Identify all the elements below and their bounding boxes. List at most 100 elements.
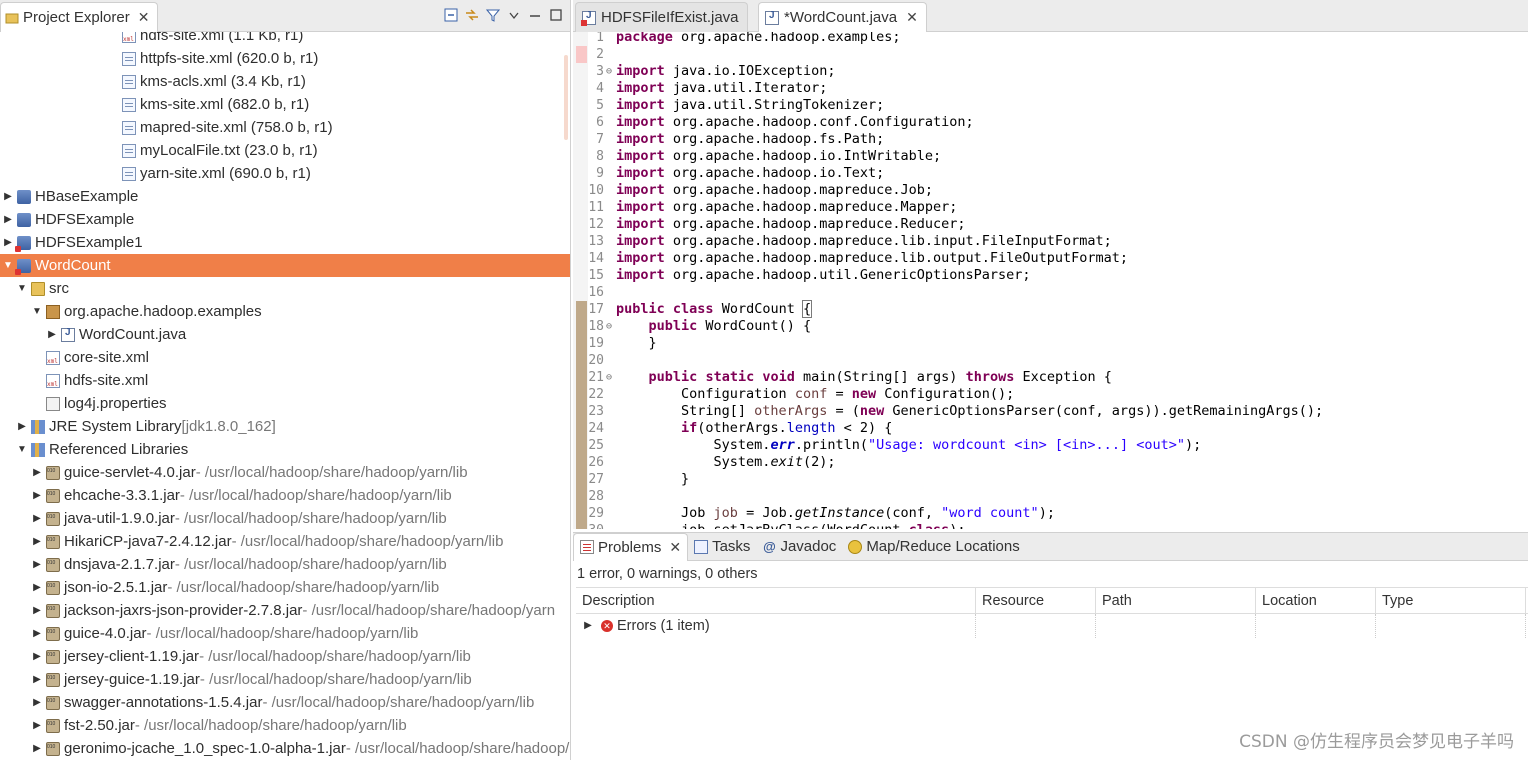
collapsed-arrow-icon[interactable]: ▶ [31, 605, 43, 617]
column-header[interactable]: Type [1376, 588, 1526, 615]
tree-item[interactable]: ▶ dnsjava-2.1.7.jar - /usr/local/hadoop/s… [0, 553, 570, 576]
tree-item[interactable]: log4j.properties [0, 392, 570, 415]
tree-item[interactable]: hdfs-site.xml [0, 369, 570, 392]
collapse-all-icon[interactable] [443, 7, 459, 23]
tree-item[interactable]: ▼ src [0, 277, 570, 300]
collapsed-arrow-icon[interactable]: ▶ [31, 490, 43, 502]
tree-item[interactable]: ▼ WordCount [0, 254, 570, 277]
collapsed-arrow-icon[interactable]: ▶ [31, 743, 43, 755]
tree-item[interactable]: myLocalFile.txt (23.0 b, r1) [0, 139, 570, 162]
tree-item[interactable]: ▶ java-util-1.9.0.jar - /usr/local/hadoop… [0, 507, 570, 530]
column-header[interactable]: Resource [976, 588, 1096, 615]
collapsed-arrow-icon[interactable]: ▶ [31, 582, 43, 594]
code-area[interactable]: 1 package org.apache.hadoop.examples; 2 3 ⊖ i… [573, 32, 1528, 529]
tree-item[interactable]: ▶ jackson-jaxrs-json-provider-2.7.8.jar -… [0, 599, 570, 622]
collapsed-arrow-icon[interactable]: ▶ [2, 191, 14, 203]
tree-item[interactable]: mapred-site.xml (758.0 b, r1) [0, 116, 570, 139]
tree-item[interactable]: ▶ guice-servlet-4.0.jar - /usr/local/hado… [0, 461, 570, 484]
tree-item[interactable]: ▶ guice-4.0.jar - /usr/local/hadoop/share… [0, 622, 570, 645]
project-explorer-tab[interactable]: Project Explorer ✕ [0, 2, 159, 32]
tree-item[interactable]: ▶ swagger-annotations-1.5.4.jar - /usr/lo… [0, 691, 570, 714]
maximize-icon[interactable] [548, 7, 564, 23]
tree-item[interactable]: ▶ jersey-guice-1.19.jar - /usr/local/hado… [0, 668, 570, 691]
collapsed-arrow-icon[interactable]: ▶ [2, 237, 14, 249]
code-text: import org.apache.hadoop.mapreduce.Job; [616, 182, 933, 198]
tree-item[interactable]: yarn-site.xml (690.0 b, r1) [0, 162, 570, 185]
tree-item-detail: - /usr/local/hadoop/share/hadoop/yarn/li… [231, 533, 504, 550]
tree-item-label: geronimo-jcache_1.0_spec-1.0-alpha-1.jar [64, 740, 346, 757]
tree-item[interactable]: ▶ JRE System Library [jdk1.8.0_162] [0, 415, 570, 438]
tree-item[interactable]: core-site.xml [0, 346, 570, 369]
expanded-arrow-icon[interactable]: ▼ [16, 283, 28, 295]
tree-item[interactable]: hdfs-site.xml (1.1 Kb, r1) [0, 32, 570, 47]
problems-table-row[interactable]: ▶ ✕ Errors (1 item) [576, 614, 1528, 638]
tree-item[interactable]: ▶ json-io-2.5.1.jar - /usr/local/hadoop/s… [0, 576, 570, 599]
tree-item[interactable]: ▶ WordCount.java [0, 323, 570, 346]
view-tab-problems[interactable]: Problems ✕ [573, 532, 689, 561]
project-error-icon [15, 258, 31, 275]
tree-item[interactable]: ▶ HikariCP-java7-2.4.12.jar - /usr/local/… [0, 530, 570, 553]
tree-item[interactable]: ▶ HDFSExample1 [0, 231, 570, 254]
collapsed-arrow-icon[interactable]: ▶ [2, 214, 14, 226]
collapsed-arrow-icon[interactable]: ▶ [16, 421, 28, 433]
collapsed-arrow-icon[interactable]: ▶ [31, 651, 43, 663]
collapsed-arrow-icon[interactable]: ▶ [31, 513, 43, 525]
tree-item-label: kms-site.xml (682.0 b, r1) [140, 96, 310, 113]
column-header[interactable]: Path [1096, 588, 1256, 615]
tree-item-label: Referenced Libraries [49, 441, 189, 458]
collapsed-arrow-icon[interactable]: ▶ [31, 536, 43, 548]
fold-toggle-icon[interactable]: ⊖ [604, 369, 614, 386]
collapsed-arrow-icon[interactable]: ▶ [31, 720, 43, 732]
view-menu-icon[interactable] [506, 7, 522, 23]
line-number: 27 [588, 472, 604, 487]
column-header[interactable]: Location [1256, 588, 1376, 615]
view-tab-mr[interactable]: Map/Reduce Locations [842, 533, 1025, 561]
close-icon[interactable]: ✕ [138, 9, 150, 26]
expanded-arrow-icon[interactable]: ▼ [16, 444, 28, 456]
link-with-editor-icon[interactable] [464, 7, 480, 23]
mr-icon [848, 539, 863, 554]
collapsed-arrow-icon[interactable]: ▶ [31, 559, 43, 571]
fold-toggle-icon[interactable]: ⊖ [604, 318, 614, 335]
close-icon[interactable]: ✕ [669, 539, 681, 556]
expanded-arrow-icon[interactable]: ▼ [31, 306, 43, 318]
collapsed-arrow-icon[interactable]: ▶ [46, 329, 58, 341]
tree-item[interactable]: ▼ org.apache.hadoop.examples [0, 300, 570, 323]
collapsed-arrow-icon[interactable]: ▶ [31, 628, 43, 640]
tree-item[interactable]: ▶ fst-2.50.jar - /usr/local/hadoop/share/… [0, 714, 570, 737]
view-tab-tasks[interactable]: Tasks [688, 533, 756, 561]
tree-item[interactable]: ▶ jersey-client-1.19.jar - /usr/local/had… [0, 645, 570, 668]
code-line: 25 System.err.println("Usage: wordcount … [573, 437, 1528, 454]
expanded-arrow-icon[interactable]: ▼ [2, 260, 14, 272]
close-icon[interactable]: ✕ [906, 9, 918, 26]
tree-item[interactable]: ▶ HDFSExample [0, 208, 570, 231]
editor-tab[interactable]: HDFSFileIfExist.java [575, 2, 748, 32]
editor-tab-label: HDFSFileIfExist.java [601, 9, 739, 26]
editor-tab[interactable]: *WordCount.java ✕ [758, 2, 927, 32]
tree-item[interactable]: ▶ geronimo-jcache_1.0_spec-1.0-alpha-1.ja… [0, 737, 570, 760]
fold-toggle-icon[interactable]: ⊖ [604, 63, 614, 80]
error-icon: ✕ [601, 620, 613, 632]
filter-icon[interactable] [485, 7, 501, 23]
code-line: 5 import java.util.StringTokenizer; [573, 97, 1528, 114]
tree-item[interactable]: ▶ ehcache-3.3.1.jar - /usr/local/hadoop/s… [0, 484, 570, 507]
explorer-scrollbar[interactable] [564, 55, 568, 140]
collapsed-arrow-icon[interactable]: ▶ [31, 674, 43, 686]
collapsed-arrow-icon[interactable]: ▶ [582, 620, 594, 632]
jar-icon [46, 741, 60, 756]
collapsed-arrow-icon[interactable]: ▶ [31, 467, 43, 479]
column-header[interactable]: Description [576, 588, 976, 615]
tree-item[interactable]: ▶ HBaseExample [0, 185, 570, 208]
tree-item[interactable]: kms-acls.xml (3.4 Kb, r1) [0, 70, 570, 93]
tree-item-label: HDFSExample1 [35, 234, 143, 251]
properties-file-icon [46, 396, 60, 411]
tree-item[interactable]: httpfs-site.xml (620.0 b, r1) [0, 47, 570, 70]
problems-summary: 1 error, 0 warnings, 0 others [577, 566, 758, 582]
tree-item[interactable]: ▼ Referenced Libraries [0, 438, 570, 461]
tree-item[interactable]: kms-site.xml (682.0 b, r1) [0, 93, 570, 116]
minimize-icon[interactable] [527, 7, 543, 23]
view-tab-javadoc[interactable]: @ Javadoc [756, 533, 842, 561]
code-text: import org.apache.hadoop.mapreduce.Mappe… [616, 199, 958, 215]
collapsed-arrow-icon[interactable]: ▶ [31, 697, 43, 709]
